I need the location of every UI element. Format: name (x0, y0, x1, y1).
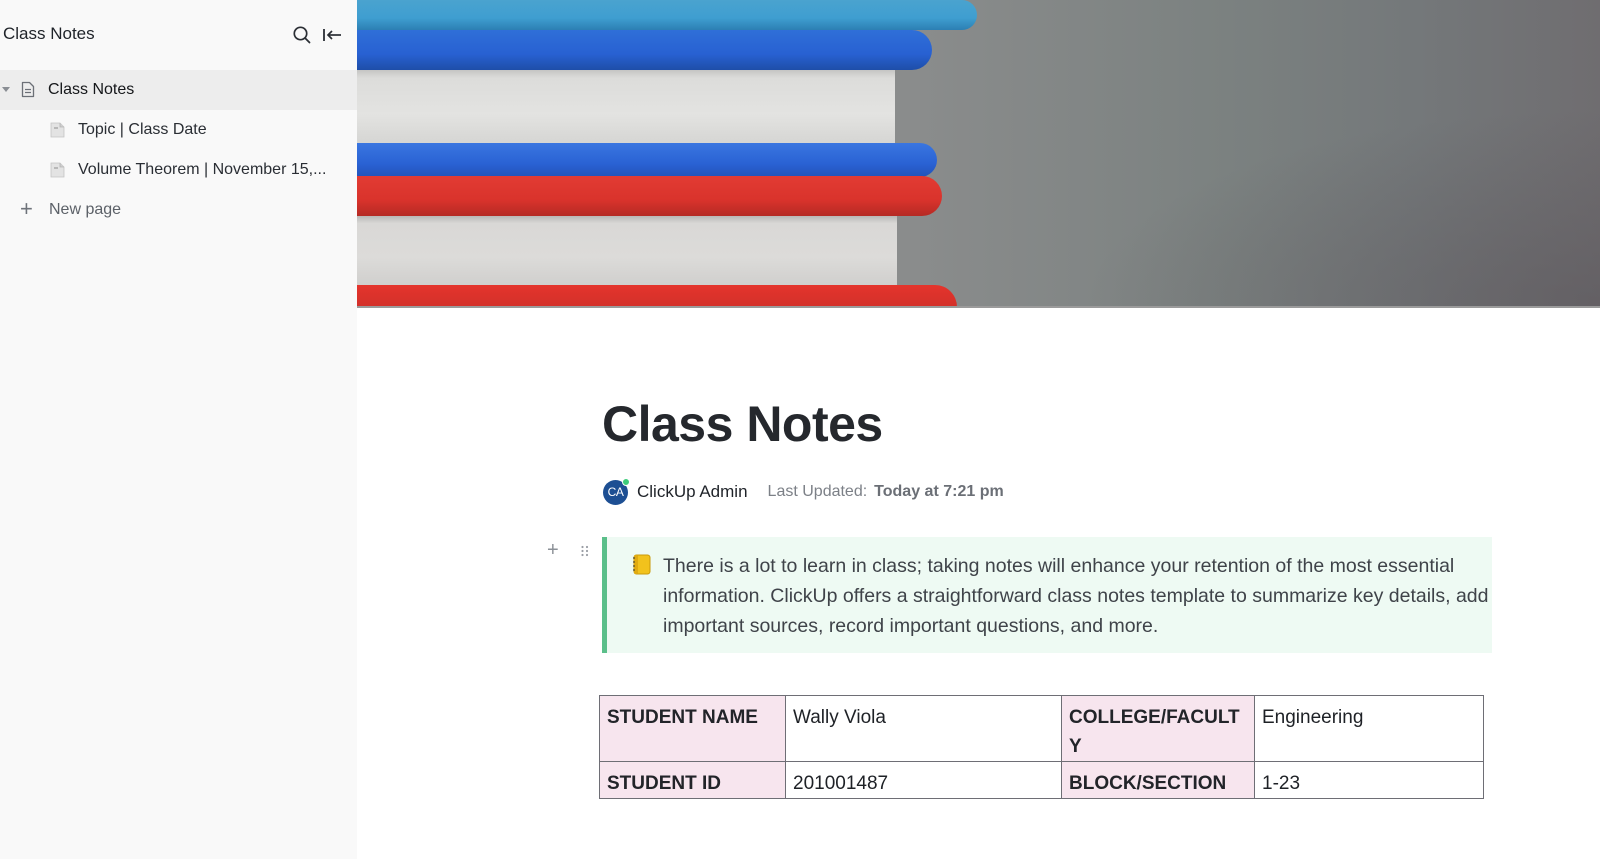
notebook-icon (631, 554, 651, 576)
book-spine (357, 143, 937, 177)
table-cell-value[interactable]: 201001487 (785, 761, 1062, 799)
page-title[interactable]: Class Notes (602, 395, 883, 453)
sidebar-item-volume-theorem[interactable]: Volume Theorem | November 15,... (0, 150, 357, 190)
table-row: STUDENT ID 201001487 BLOCK/SECTION 1-23 (599, 761, 1484, 799)
sidebar-item-label: Class Notes (48, 81, 135, 98)
book-spine (357, 0, 977, 30)
callout-block[interactable]: There is a lot to learn in class; taking… (602, 537, 1492, 653)
student-info-table: STUDENT NAME Wally Viola COLLEGE/FACULTY… (599, 695, 1484, 799)
table-row: STUDENT NAME Wally Viola COLLEGE/FACULTY… (599, 695, 1484, 762)
page-icon (50, 162, 65, 178)
last-updated-label: Last Updated: (767, 483, 868, 500)
table-cell-label[interactable]: STUDENT NAME (599, 695, 786, 762)
avatar-initials: CA (607, 485, 624, 499)
caret-down-icon[interactable] (2, 87, 10, 92)
table-cell-value[interactable]: Engineering (1254, 695, 1484, 762)
cover-image[interactable] (357, 0, 1600, 308)
book-pages (357, 66, 895, 146)
table-cell-label[interactable]: STUDENT ID (599, 761, 786, 799)
avatar[interactable]: CA (603, 477, 630, 505)
book-spine (357, 30, 932, 70)
sidebar-item-label: Topic | Class Date (78, 121, 207, 138)
table-cell-value[interactable]: 1-23 (1254, 761, 1484, 799)
app-window: Class Notes Class Notes Topic | Class Da… (0, 0, 1600, 859)
sidebar-item-topic[interactable]: Topic | Class Date (0, 110, 357, 150)
new-page-label: New page (49, 201, 122, 218)
sidebar-title: Class Notes (3, 24, 95, 43)
table-cell-label[interactable]: BLOCK/SECTION (1061, 761, 1255, 799)
document-icon (21, 81, 35, 98)
collapse-sidebar-icon[interactable] (322, 25, 344, 45)
callout-text: There is a lot to learn in class; taking… (663, 555, 1489, 637)
sidebar-page-tree: Class Notes Topic | Class Date Volume Th… (0, 70, 357, 230)
table-cell-label[interactable]: COLLEGE/FACULTY (1061, 695, 1255, 762)
page-icon (50, 122, 65, 138)
cover-shadow (1080, 108, 1600, 308)
new-page-button[interactable]: + New page (0, 190, 357, 230)
book-spine (357, 176, 942, 216)
drag-handle-icon[interactable] (580, 545, 590, 559)
table-cell-value[interactable]: Wally Viola (785, 695, 1062, 762)
book-pages (357, 212, 897, 288)
author-name[interactable]: ClickUp Admin (637, 482, 748, 502)
sidebar-item-label: Volume Theorem | November 15,... (78, 161, 327, 178)
cover-divider (357, 306, 1600, 308)
search-icon[interactable] (292, 25, 312, 45)
sidebar-item-class-notes[interactable]: Class Notes (0, 70, 357, 110)
sidebar-header: Class Notes (0, 0, 357, 70)
last-updated-value: Today at 7:21 pm (874, 483, 1004, 500)
online-status-dot (622, 477, 630, 486)
sidebar: Class Notes Class Notes Topic | Class Da… (0, 0, 357, 859)
document-meta: CA ClickUp Admin Last Updated: Today at … (603, 477, 1004, 505)
book-spine (357, 285, 957, 308)
plus-icon: + (20, 196, 33, 221)
add-block-icon[interactable]: + (547, 540, 559, 560)
